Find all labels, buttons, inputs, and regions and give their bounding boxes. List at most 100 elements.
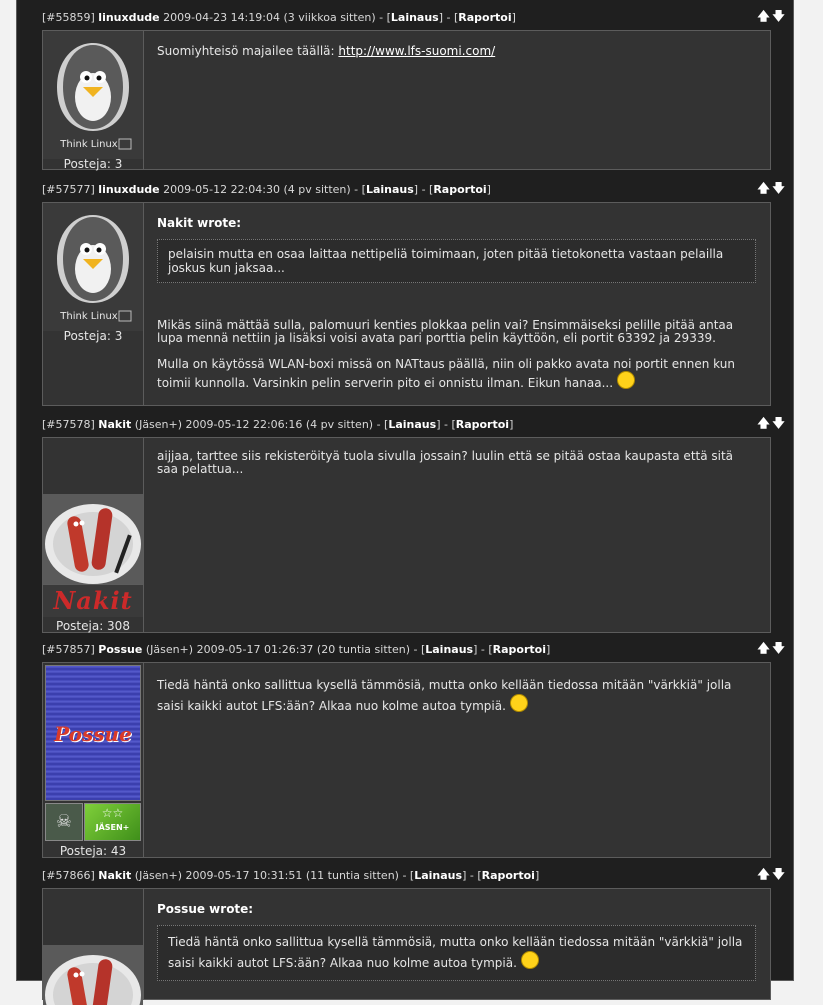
arrow-down-icon[interactable]: 🡇 bbox=[772, 868, 785, 881]
post-id[interactable]: [#57577] bbox=[42, 183, 95, 196]
quote-link[interactable]: Lainaus bbox=[414, 869, 462, 882]
skull-badge-icon: ☠ bbox=[45, 803, 83, 841]
report-link[interactable]: Raportoi bbox=[433, 183, 486, 196]
user-sidebar: Possue ☠ ☆☆ JÄSEN+ Posteja: 43 bbox=[43, 663, 144, 858]
arrow-up-icon[interactable]: 🡅 bbox=[757, 10, 770, 23]
post-nav: 🡅 🡇 bbox=[757, 868, 785, 881]
arrow-down-icon[interactable]: 🡇 bbox=[772, 417, 785, 430]
post-meta: 2009-05-12 22:06:16 (4 pv sitten) - [ bbox=[185, 418, 389, 431]
separator: ] bbox=[534, 869, 540, 882]
quote-text: Tiedä häntä onko sallittua kysellä tämmö… bbox=[168, 935, 743, 970]
user-sidebar bbox=[43, 889, 144, 1005]
post-author[interactable]: linuxdude bbox=[98, 183, 159, 196]
avatar[interactable] bbox=[43, 494, 143, 584]
post-author[interactable]: Nakit bbox=[98, 418, 131, 431]
post-paragraph: Mikäs siinä mättää sulla, palomuuri kent… bbox=[157, 318, 734, 345]
badge-text: JÄSEN+ bbox=[95, 823, 130, 832]
tongue-smiley-icon bbox=[509, 693, 528, 712]
post-author[interactable]: linuxdude bbox=[98, 11, 159, 24]
separator: ] - [ bbox=[462, 869, 482, 882]
arrow-down-icon[interactable]: 🡇 bbox=[772, 642, 785, 655]
quote-link[interactable]: Lainaus bbox=[391, 11, 439, 24]
arrow-down-icon[interactable]: 🡇 bbox=[772, 182, 785, 195]
post-nav: 🡅 🡇 bbox=[757, 417, 785, 430]
separator: ] bbox=[545, 643, 551, 656]
report-link[interactable]: Raportoi bbox=[456, 418, 509, 431]
post-meta: 2009-05-12 22:04:30 (4 pv sitten) - [ bbox=[163, 183, 366, 196]
forum-frame: [#55859] linuxdude 2009-04-23 14:19:04 (… bbox=[17, 0, 793, 1005]
post-header: [#55859] linuxdude 2009-04-23 14:19:04 (… bbox=[42, 8, 787, 28]
post-body: Think Linux Posteja: 3 Nakit wrote: pela… bbox=[42, 202, 771, 406]
post-paragraph-2: Mulla on käytössä WLAN-boxi missä on NAT… bbox=[157, 355, 756, 393]
arrow-up-icon[interactable]: 🡅 bbox=[757, 182, 770, 195]
post-author[interactable]: Possue bbox=[98, 643, 142, 656]
report-link[interactable]: Raportoi bbox=[482, 869, 535, 882]
post-body: Think Linux Posteja: 3 Suomiyhteisö maja… bbox=[42, 30, 771, 171]
post-header: [#57866] Nakit (Jäsen+) 2009-05-17 10:31… bbox=[42, 866, 787, 886]
arrow-up-icon[interactable]: 🡅 bbox=[757, 868, 770, 881]
post-body: Possue wrote: Tiedä häntä onko sallittua… bbox=[42, 888, 771, 1005]
quote-link[interactable]: Lainaus bbox=[388, 418, 436, 431]
separator: ] - [ bbox=[473, 643, 493, 656]
post: [#57577] linuxdude 2009-05-12 22:04:30 (… bbox=[42, 180, 787, 406]
post: [#55859] linuxdude 2009-04-23 14:19:04 (… bbox=[42, 8, 787, 171]
separator: ] bbox=[511, 11, 516, 24]
post-text: Mulla on käytössä WLAN-boxi missä on NAT… bbox=[157, 357, 735, 390]
user-sidebar: Nakit Posteja: 308 bbox=[43, 438, 144, 633]
quote-link[interactable]: Lainaus bbox=[425, 643, 473, 656]
report-link[interactable]: Raportoi bbox=[493, 643, 546, 656]
post-id[interactable]: [#57578] bbox=[42, 418, 95, 431]
separator: ] - [ bbox=[438, 11, 459, 24]
avatar[interactable]: Possue bbox=[45, 665, 141, 801]
quote-link[interactable]: Lainaus bbox=[366, 183, 414, 196]
report-link[interactable]: Raportoi bbox=[458, 11, 511, 24]
post: [#57578] Nakit (Jäsen+) 2009-05-12 22:06… bbox=[42, 415, 787, 633]
post-meta: 2009-05-17 10:31:51 (11 tuntia sitten) -… bbox=[185, 869, 415, 882]
separator: ] bbox=[486, 183, 491, 196]
arrow-up-icon[interactable]: 🡅 bbox=[757, 417, 770, 430]
avatar[interactable] bbox=[43, 945, 143, 1005]
tongue-smiley-icon bbox=[520, 950, 539, 969]
post-text: Tiedä häntä onko sallittua kysellä tämmö… bbox=[157, 678, 732, 713]
member-badge: ☆☆ JÄSEN+ bbox=[84, 803, 141, 841]
quote-box: pelaisin mutta en osaa laittaa nettipeli… bbox=[157, 239, 756, 283]
quote-author: Nakit wrote: bbox=[157, 216, 242, 230]
user-rank: (Jäsen+) bbox=[134, 418, 183, 431]
separator: ] - [ bbox=[413, 183, 434, 196]
user-rank: (Jäsen+) bbox=[134, 869, 183, 882]
arrow-up-icon[interactable]: 🡅 bbox=[757, 642, 770, 655]
post-meta: 2009-04-23 14:19:04 (3 viikkoa sitten) -… bbox=[163, 11, 391, 24]
avatar[interactable]: Think Linux bbox=[43, 31, 143, 159]
nick-logo-text: Nakit bbox=[53, 586, 133, 615]
post-body: Possue ☠ ☆☆ JÄSEN+ Posteja: 43 Tiedä hän… bbox=[42, 662, 771, 858]
post-id[interactable]: [#55859] bbox=[42, 11, 95, 24]
separator: ] bbox=[509, 418, 514, 431]
quote-box: Tiedä häntä onko sallittua kysellä tämmö… bbox=[157, 925, 756, 981]
post-header: [#57857] Possue (Jäsen+) 2009-05-17 01:2… bbox=[42, 640, 787, 660]
post-id[interactable]: [#57857] bbox=[42, 643, 95, 656]
post-nav: 🡅 🡇 bbox=[757, 642, 785, 655]
post-author[interactable]: Nakit bbox=[98, 869, 131, 882]
posts-count: Posteja: 43 bbox=[59, 844, 127, 858]
avatar[interactable]: Think Linux bbox=[43, 203, 143, 331]
user-sidebar: Think Linux Posteja: 3 bbox=[43, 31, 144, 171]
post: [#57866] Nakit (Jäsen+) 2009-05-17 10:31… bbox=[42, 866, 787, 1005]
avatar-text: Possue bbox=[54, 722, 132, 746]
post-text: Suomiyhteisö majailee täällä: bbox=[157, 44, 339, 58]
badge-stars: ☆☆ bbox=[101, 806, 124, 820]
post-id[interactable]: [#57866] bbox=[42, 869, 95, 882]
post-header: [#57578] Nakit (Jäsen+) 2009-05-12 22:06… bbox=[42, 415, 787, 435]
post-content: Tiedä häntä onko sallittua kysellä tämmö… bbox=[157, 675, 756, 717]
post-header: [#57577] linuxdude 2009-05-12 22:04:30 (… bbox=[42, 180, 787, 200]
post-content: Suomiyhteisö majailee täällä: http://www… bbox=[157, 43, 756, 59]
arrow-down-icon[interactable]: 🡇 bbox=[772, 10, 785, 23]
nick-logo: Nakit bbox=[43, 585, 143, 617]
user-rank: (Jäsen+) bbox=[145, 643, 194, 656]
avatar-caption: Think Linux bbox=[59, 139, 118, 150]
post-nav: 🡅 🡇 bbox=[757, 182, 785, 195]
post-content: aijjaa, tarttee siis rekisteröityä tuola… bbox=[157, 449, 734, 476]
posts-count: Posteja: 3 bbox=[63, 157, 123, 171]
avatar-caption: Think Linux bbox=[59, 311, 118, 322]
site-link[interactable]: http://www.lfs-suomi.com/ bbox=[338, 44, 495, 58]
user-sidebar: Think Linux Posteja: 3 bbox=[43, 203, 144, 405]
